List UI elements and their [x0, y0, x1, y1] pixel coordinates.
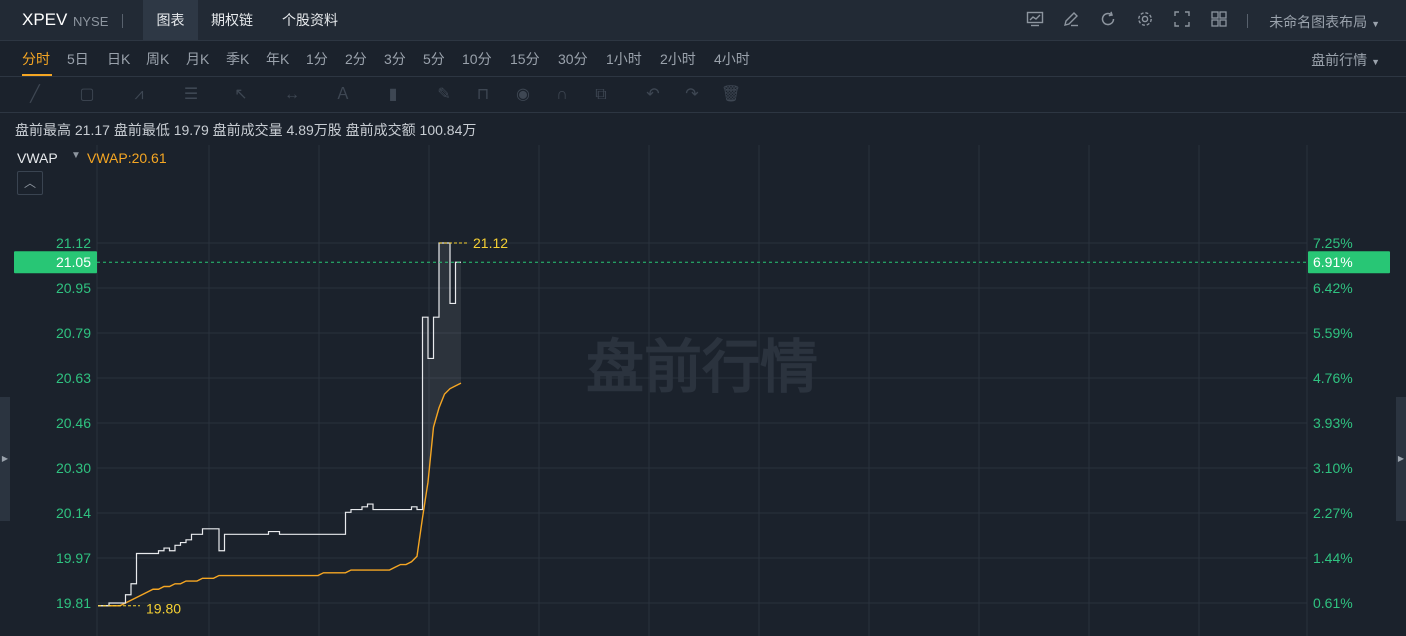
- chevron-right-icon: ▶: [1, 454, 9, 463]
- percent-tick-label: 6.42%: [1313, 280, 1353, 296]
- watermark: 盘前行情: [586, 335, 818, 400]
- price-tick-label: 20.46: [56, 415, 91, 431]
- vwap-line: [98, 382, 462, 607]
- chevron-down-icon[interactable]: ▼: [71, 150, 81, 161]
- percent-axis: 7.25% 6.42% 5.59% 4.76% 3.93% 3.10% 2.27% 1.44%…: [1313, 235, 1353, 611]
- price-tick-label: 19.81: [56, 595, 91, 611]
- price-tick-label: 20.63: [56, 370, 91, 386]
- left-panel-handle[interactable]: ▶: [0, 397, 10, 521]
- price-axis: 21.12 20.95 20.79 20.63 20.46 20.30 20.14 19.97…: [56, 235, 91, 611]
- price-tick-label: 19.97: [56, 550, 91, 566]
- price-tick-label: 20.79: [56, 325, 91, 341]
- chevron-up-icon: ︿: [23, 176, 36, 190]
- percent-tick-label: 7.25%: [1313, 235, 1353, 251]
- high-marker-label: 21.12: [473, 235, 508, 251]
- price-tick-label: 20.95: [56, 280, 91, 296]
- price-chart[interactable]: 盘前行情 21.12 20.95 20.79 20.63 20.46 20.30 20.14…: [0, 0, 1406, 636]
- current-pct-label: 6.91%: [1313, 254, 1353, 270]
- percent-tick-label: 3.93%: [1313, 415, 1353, 431]
- percent-tick-label: 0.61%: [1313, 595, 1353, 611]
- right-panel-handle[interactable]: ▶: [1396, 397, 1406, 521]
- percent-tick-label: 4.76%: [1313, 370, 1353, 386]
- percent-tick-label: 1.44%: [1313, 550, 1353, 566]
- percent-tick-label: 3.10%: [1313, 460, 1353, 476]
- current-price-label: 21.05: [56, 254, 91, 270]
- price-tick-label: 20.14: [56, 505, 91, 521]
- price-line: [98, 242, 461, 607]
- indicator-value: VWAP:20.61: [87, 150, 167, 166]
- collapse-button[interactable]: ︿: [17, 171, 43, 195]
- chevron-right-icon: ▶: [1397, 454, 1405, 463]
- low-marker-label: 19.80: [146, 601, 181, 617]
- percent-tick-label: 2.27%: [1313, 505, 1353, 521]
- price-tick-label: 21.12: [56, 235, 91, 251]
- percent-tick-label: 5.59%: [1313, 325, 1353, 341]
- price-tick-label: 20.30: [56, 460, 91, 476]
- indicator-name[interactable]: VWAP: [17, 150, 58, 166]
